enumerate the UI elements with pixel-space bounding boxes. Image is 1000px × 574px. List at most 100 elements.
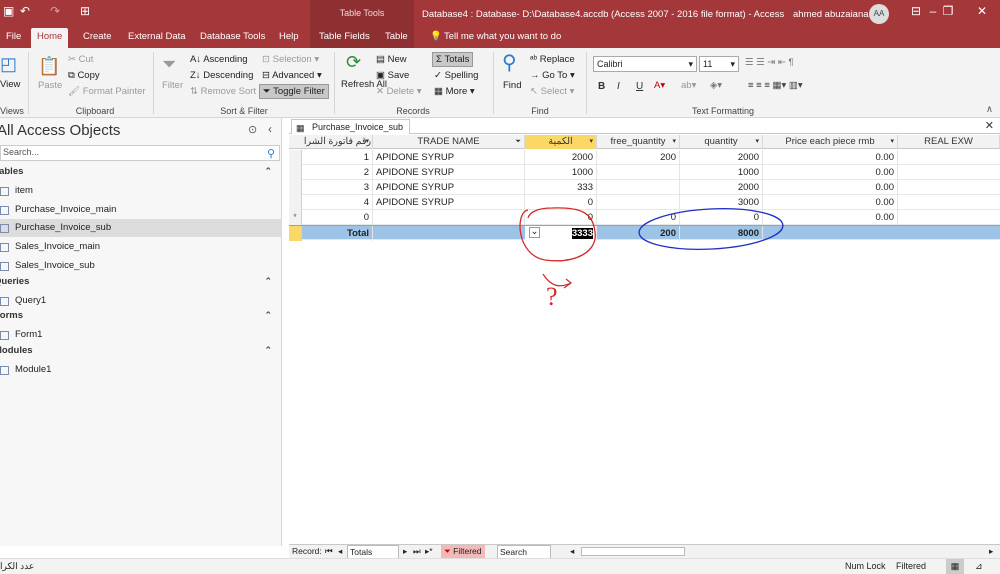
ascending-button[interactable]: A↓ Ascending [190, 54, 248, 65]
row-selector[interactable] [289, 165, 302, 180]
column-header[interactable]: quantity ▾ [680, 135, 763, 149]
undo-icon[interactable]: ↶ [20, 4, 30, 18]
nav-item[interactable]: Sales_Invoice_main [0, 238, 282, 256]
row-selector[interactable]: * [289, 210, 302, 225]
table-cell[interactable]: 0.00 [763, 210, 898, 225]
tab-help[interactable]: Help [273, 28, 305, 48]
goto-button[interactable]: → Go To ▾ [530, 70, 575, 81]
highlight-icon[interactable]: ab▾ [681, 80, 696, 91]
descending-button[interactable]: Z↓ Descending [190, 70, 253, 81]
nav-category-3[interactable]: Modules ⌃ [0, 345, 280, 361]
column-header[interactable]: الكمية ▾ [525, 135, 597, 149]
table-row[interactable]: 2 APIDONE SYRUP 1000 1000 0.00 [289, 165, 1000, 180]
horizontal-scroll-thumb[interactable] [581, 547, 685, 556]
tab-table[interactable]: Table [379, 28, 414, 48]
font-color-icon[interactable]: A▾ [654, 80, 665, 91]
nav-item[interactable]: item [0, 182, 282, 200]
refresh-icon[interactable]: ⟳ [346, 52, 361, 73]
chevron-down-icon[interactable]: ▾ [672, 135, 676, 149]
row-selector[interactable] [289, 226, 302, 241]
table-cell[interactable]: 0.00 [763, 195, 898, 210]
filtered-indicator[interactable]: ⏷ Filtered [441, 545, 485, 558]
chevron-up-icon[interactable]: ⌃ [264, 345, 272, 356]
totals-button[interactable]: Σ Totals [432, 52, 474, 67]
table-cell[interactable]: 0 [597, 210, 680, 225]
table-cell[interactable]: 1 [303, 150, 373, 165]
datasheet-view-icon[interactable]: ▦ [946, 559, 964, 574]
tab-table-fields[interactable]: Table Fields [313, 28, 376, 48]
spelling-button[interactable]: ✓ Spelling [434, 70, 478, 81]
scroll-right-icon[interactable]: ▸ [989, 545, 993, 558]
tab-create[interactable]: Create [77, 28, 118, 48]
table-cell[interactable]: 0 [525, 210, 597, 225]
row-selector[interactable] [289, 150, 302, 165]
new-record-nav-icon[interactable]: ▸* [425, 545, 433, 558]
chevron-down-icon[interactable]: ⌄ [529, 227, 540, 238]
table-cell[interactable]: 0.00 [763, 165, 898, 180]
nav-item[interactable]: Query1 [0, 292, 282, 310]
nav-menu-icon[interactable]: ⊙ [248, 123, 257, 136]
redo-icon[interactable]: ↷ [50, 4, 60, 18]
nav-item[interactable]: Purchase_Invoice_main [0, 201, 282, 219]
row-selector[interactable] [289, 180, 302, 195]
table-cell[interactable] [373, 210, 525, 225]
table-cell[interactable]: 3000 [680, 195, 763, 210]
nav-header[interactable]: All Access Objects [0, 122, 120, 139]
filter-icon[interactable]: ⏷ [515, 135, 521, 149]
advanced-button[interactable]: ⊟ Advanced ▾ [262, 70, 322, 81]
table-cell[interactable]: 0 [680, 210, 763, 225]
tell-me-box[interactable]: Tell me what you want to do [438, 28, 567, 48]
design-view-icon[interactable]: ⊿ [975, 559, 983, 574]
select-button[interactable]: ↖ Select ▾ [530, 86, 574, 97]
new-record-button[interactable]: ▤ New [376, 54, 407, 65]
search-input[interactable]: Search... [0, 145, 280, 161]
filter-icon[interactable]: ⏷ [162, 54, 176, 75]
table-cell[interactable]: 2000 [525, 150, 597, 165]
column-header[interactable]: رقم فاتورة الشرا ▾ [303, 135, 373, 149]
column-header[interactable]: TRADE NAME ⏷ [373, 135, 525, 149]
save-icon[interactable]: ▣ [3, 4, 14, 18]
copy-button[interactable]: ⧉ Copy [68, 70, 100, 81]
nav-category-2[interactable]: Forms ⌃ [0, 310, 280, 326]
table-cell[interactable]: 333 [525, 180, 597, 195]
table-cell[interactable]: 0.00 [763, 180, 898, 195]
tab-database-tools[interactable]: Database Tools [194, 28, 271, 48]
table-row[interactable]: * 0 0 0 0 0.00 [289, 210, 1000, 225]
table-cell[interactable]: 0 [525, 195, 597, 210]
column-header[interactable]: Price each piece rmb ▾ [763, 135, 898, 149]
underline-button[interactable]: U [636, 81, 643, 92]
format-painter-button[interactable]: 🖌 Format Painter [68, 86, 146, 97]
form-icon[interactable]: ⊞ [80, 4, 90, 18]
align-icons[interactable]: ≡ ≡ ≡ ▦▾ ▥▾ [748, 80, 803, 91]
table-cell[interactable]: 4 [303, 195, 373, 210]
table-cell[interactable] [597, 165, 680, 180]
nav-item[interactable]: Module1 [0, 361, 282, 379]
document-tab[interactable]: ▦ Purchase_Invoice_sub [291, 119, 411, 134]
nav-collapse-icon[interactable]: ‹ [268, 122, 272, 136]
replace-button[interactable]: ᵃᵇ Replace [530, 54, 575, 65]
table-cell[interactable]: 2000 [680, 180, 763, 195]
nav-item[interactable]: Sales_Invoice_sub [0, 257, 282, 275]
table-cell[interactable]: 1000 [525, 165, 597, 180]
find-icon[interactable]: ⚲ [502, 50, 517, 75]
table-row[interactable]: 4 APIDONE SYRUP 0 3000 0.00 [289, 195, 1000, 210]
chevron-up-icon[interactable]: ⌃ [264, 310, 272, 321]
scroll-left-icon[interactable]: ◂ [570, 545, 574, 558]
column-header[interactable]: free_quantity ▾ [597, 135, 680, 149]
maximize-icon[interactable]: ❐ [938, 4, 958, 18]
total-cell[interactable]: ⌄ 3333 [525, 226, 597, 241]
table-cell[interactable]: APIDONE SYRUP [373, 150, 525, 165]
table-cell[interactable]: 1000 [680, 165, 763, 180]
chevron-up-icon[interactable]: ⌃ [264, 276, 272, 287]
cut-button[interactable]: ✂ Cut [68, 54, 93, 65]
table-cell[interactable]: 2 [303, 165, 373, 180]
chevron-down-icon[interactable]: ▾ [890, 135, 894, 149]
first-record-icon[interactable]: ⏮ [325, 545, 333, 558]
last-record-icon[interactable]: ⏭ [413, 545, 421, 558]
bullets-icon[interactable]: ☰ ☰ ⇥ ⇤ ¶ [745, 57, 794, 68]
total-cell[interactable]: 8000 [680, 226, 763, 241]
table-cell[interactable]: 3 [303, 180, 373, 195]
close-icon[interactable]: ✕ [972, 4, 992, 18]
avatar[interactable]: AA [869, 4, 889, 24]
table-row[interactable]: 1 APIDONE SYRUP 2000 200 2000 0.00 [289, 150, 1000, 165]
